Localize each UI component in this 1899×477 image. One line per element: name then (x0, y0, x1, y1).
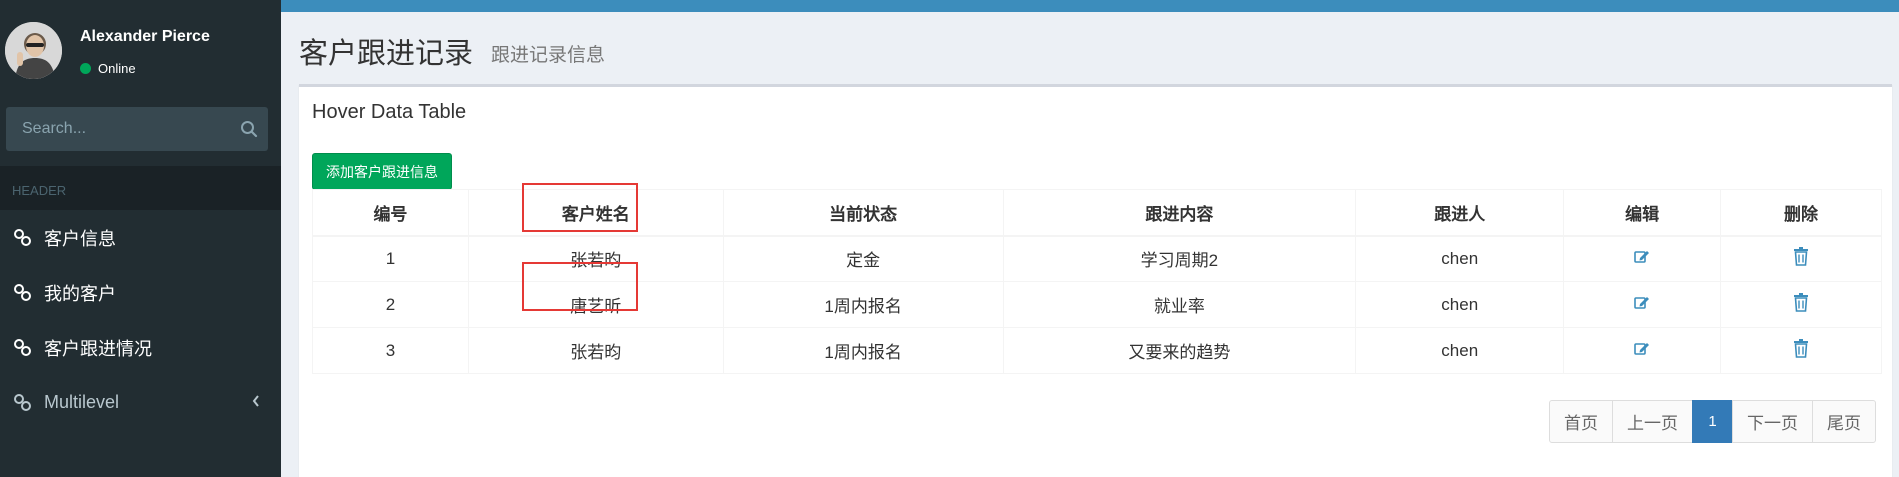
cell-id: 3 (312, 327, 469, 374)
sidebar-item-label: Multilevel (44, 392, 120, 412)
edit-icon[interactable] (1634, 249, 1650, 264)
sidebar-item-customer-info[interactable]: 客户信息 (0, 210, 281, 265)
next-page-link[interactable]: 下一页 (1732, 400, 1813, 443)
data-table-box: Hover Data Table 添加客户跟进信息 编号 客户姓名 当前状态 跟… (299, 84, 1892, 477)
follow-up-table: 编号 客户姓名 当前状态 跟进内容 跟进人 编辑 删除 1 张若昀 定金 学习周期2 c… (312, 189, 1882, 374)
sidebar-search (6, 107, 268, 151)
cell-customer-name: 唐艺昕 (467, 281, 724, 328)
edit-icon[interactable] (1634, 295, 1650, 310)
user-status-label: Online (98, 61, 136, 76)
page-subtitle: 跟进记录信息 (491, 45, 606, 66)
sidebar-item-label: 客户信息 (44, 228, 116, 249)
cell-content: 又要来的趋势 (1002, 327, 1357, 374)
first-page-link[interactable]: 首页 (1549, 400, 1613, 443)
sidebar-header: HEADER (0, 166, 281, 210)
column-header-delete: 删除 (1720, 189, 1882, 237)
table-header-row: 编号 客户姓名 当前状态 跟进内容 跟进人 编辑 删除 (312, 189, 1882, 237)
cell-delete (1720, 281, 1882, 328)
column-header-edit: 编辑 (1563, 189, 1722, 237)
table-row: 3 张若昀 1周内报名 又要来的趋势 chen (312, 327, 1882, 374)
cell-edit (1563, 281, 1722, 328)
cell-delete (1720, 235, 1882, 282)
prev-page-link[interactable]: 上一页 (1612, 400, 1693, 443)
cell-follower: chen (1355, 281, 1565, 328)
cell-customer-name: 张若昀 (467, 235, 724, 282)
table-row: 2 唐艺昕 1周内报名 就业率 chen (312, 281, 1882, 328)
cell-id: 2 (312, 281, 469, 328)
column-header-content: 跟进内容 (1002, 189, 1357, 237)
cell-follower: chen (1355, 235, 1565, 282)
column-header-follower: 跟进人 (1355, 189, 1565, 237)
search-icon (240, 121, 257, 138)
link-icon (14, 394, 32, 412)
table-row: 1 张若昀 定金 学习周期2 chen (312, 235, 1882, 282)
trash-icon[interactable] (1793, 338, 1809, 358)
sidebar-item-follow-up[interactable]: 客户跟进情况 (0, 320, 281, 375)
link-icon (14, 284, 32, 302)
cell-id: 1 (312, 235, 469, 282)
chevron-left-icon (251, 393, 261, 414)
cell-follower: chen (1355, 327, 1565, 374)
user-name: Alexander Pierce (80, 28, 210, 45)
sidebar-menu: 客户信息 我的客户 客户跟进情况 Multilevel (0, 210, 281, 430)
sidebar-item-label: 客户跟进情况 (44, 338, 152, 359)
sidebar-item-my-customers[interactable]: 我的客户 (0, 265, 281, 320)
box-title: Hover Data Table (312, 101, 467, 123)
search-input[interactable] (6, 107, 229, 151)
user-panel: Alexander Pierce Online (0, 0, 281, 90)
trash-icon[interactable] (1793, 246, 1809, 266)
search-button[interactable] (229, 107, 268, 151)
online-status-icon (80, 63, 91, 74)
link-icon (14, 229, 32, 247)
add-follow-up-button[interactable]: 添加客户跟进信息 (312, 153, 452, 190)
cell-customer-name: 张若昀 (467, 327, 724, 374)
column-header-status: 当前状态 (722, 189, 1004, 237)
trash-icon[interactable] (1793, 292, 1809, 312)
cell-content: 就业率 (1002, 281, 1357, 328)
edit-icon[interactable] (1634, 341, 1650, 356)
cell-edit (1563, 235, 1722, 282)
cell-status: 1周内报名 (722, 327, 1004, 374)
last-page-link[interactable]: 尾页 (1812, 400, 1876, 443)
avatar (5, 22, 62, 79)
cell-status: 定金 (722, 235, 1004, 282)
sidebar-item-label: 我的客户 (44, 283, 116, 304)
page-title: 客户跟进记录 (299, 38, 474, 70)
column-header-customer-name: 客户姓名 (467, 189, 724, 237)
user-status: Online (80, 61, 136, 76)
avatar-image (5, 22, 62, 79)
pagination: 首页 上一页 1 下一页 尾页 (1549, 400, 1876, 443)
cell-edit (1563, 327, 1722, 374)
sidebar: Alexander Pierce Online HEADER 客户信息 我的客户 (0, 0, 281, 477)
cell-content: 学习周期2 (1002, 235, 1357, 282)
current-page-link[interactable]: 1 (1692, 400, 1733, 443)
column-header-id: 编号 (312, 189, 469, 237)
cell-delete (1720, 327, 1882, 374)
sidebar-item-multilevel[interactable]: Multilevel (0, 375, 281, 430)
top-navbar (281, 0, 1899, 12)
cell-status: 1周内报名 (722, 281, 1004, 328)
link-icon (14, 339, 32, 357)
